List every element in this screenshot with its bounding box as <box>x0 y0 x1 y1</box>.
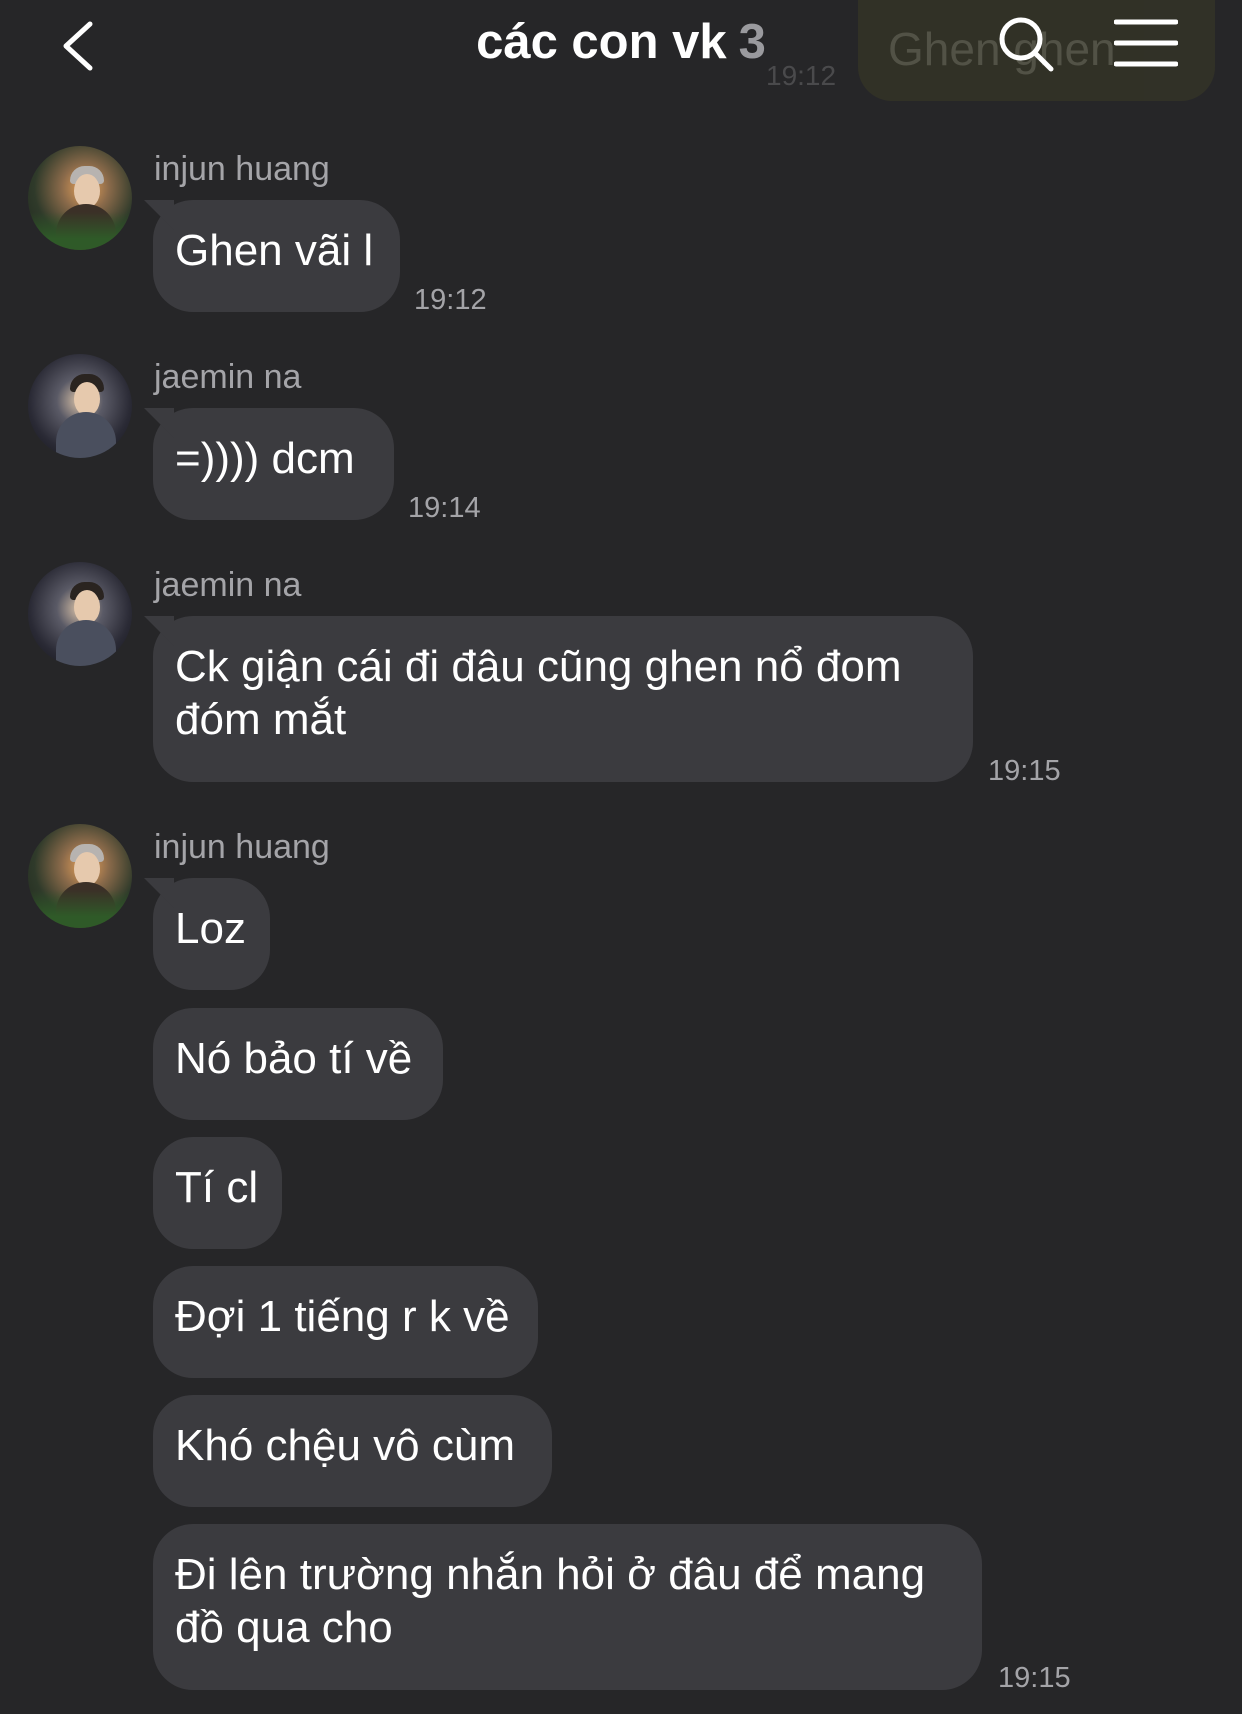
sender-avatar[interactable] <box>28 354 132 458</box>
message-text: Ck giận cái đi đâu cũng ghen nổ đom đóm … <box>175 642 902 744</box>
chat-header: các con vk 3 <box>0 0 1242 100</box>
sender-name: jaemin na <box>154 566 302 604</box>
message-time: 19:15 <box>998 1662 1071 1694</box>
message-text: =)))) dcm <box>175 434 355 483</box>
sender-avatar[interactable] <box>28 824 132 928</box>
message-text: Nó bảo tí về <box>175 1034 413 1083</box>
search-icon <box>999 17 1054 72</box>
message-bubble[interactable]: Ck giận cái đi đâu cũng ghen nổ đom đóm … <box>153 616 973 782</box>
message-text: Đợi 1 tiếng r k về <box>175 1292 510 1341</box>
member-count: 3 <box>738 15 766 69</box>
menu-button[interactable] <box>1113 18 1179 68</box>
message-text: Loz <box>175 904 246 953</box>
group-name: các con vk <box>476 15 727 69</box>
back-button[interactable] <box>58 18 104 74</box>
menu-icon <box>1113 19 1179 67</box>
message-text: Ghen vãi l <box>175 226 374 275</box>
message-text: Tí cl <box>175 1163 259 1212</box>
message-time: 19:15 <box>988 755 1061 787</box>
message-bubble[interactable]: Nó bảo tí về <box>153 1008 443 1120</box>
sender-avatar[interactable] <box>28 146 132 250</box>
sender-name: injun huang <box>154 828 330 866</box>
chat-screen: Ghen ghen 19:12 các con vk 3 injun huang… <box>0 0 1242 1714</box>
message-time: 19:12 <box>414 284 487 316</box>
search-button[interactable] <box>996 14 1056 74</box>
message-bubble[interactable]: Đi lên trường nhắn hỏi ở đâu để mang đồ … <box>153 1524 982 1690</box>
message-text: Khó chệu vô cùm <box>175 1421 515 1470</box>
sender-avatar[interactable] <box>28 562 132 666</box>
sender-name: injun huang <box>154 150 330 188</box>
message-bubble[interactable]: =)))) dcm <box>153 408 394 520</box>
message-bubble[interactable]: Đợi 1 tiếng r k về <box>153 1266 538 1378</box>
message-bubble[interactable]: Ghen vãi l <box>153 200 400 312</box>
message-text: Đi lên trường nhắn hỏi ở đâu để mang đồ … <box>175 1550 926 1652</box>
message-time: 19:14 <box>408 492 481 524</box>
message-bubble[interactable]: Khó chệu vô cùm <box>153 1395 552 1507</box>
sender-name: jaemin na <box>154 358 302 396</box>
message-bubble[interactable]: Tí cl <box>153 1137 282 1249</box>
message-bubble[interactable]: Loz <box>153 878 270 990</box>
chevron-left-icon <box>63 21 93 71</box>
